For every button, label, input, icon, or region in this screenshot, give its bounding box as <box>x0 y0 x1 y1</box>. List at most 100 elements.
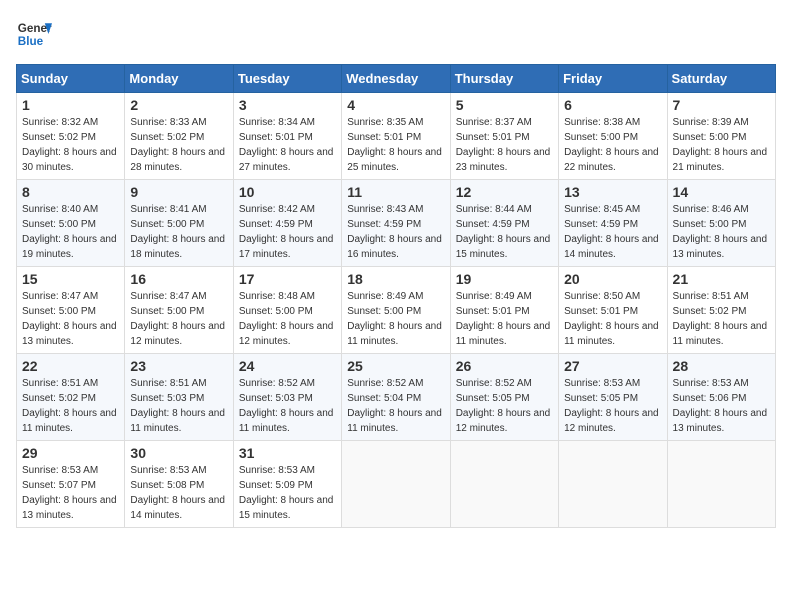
calendar-day-cell: 8 Sunrise: 8:40 AMSunset: 5:00 PMDaylight… <box>17 180 125 267</box>
day-number: 20 <box>564 271 661 287</box>
calendar-week-row: 29 Sunrise: 8:53 AMSunset: 5:07 PMDayligh… <box>17 441 776 528</box>
calendar-table: SundayMondayTuesdayWednesdayThursdayFrid… <box>16 64 776 528</box>
calendar-day-cell <box>450 441 558 528</box>
calendar-day-cell: 15 Sunrise: 8:47 AMSunset: 5:00 PMDayligh… <box>17 267 125 354</box>
day-number: 7 <box>673 97 770 113</box>
day-info: Sunrise: 8:53 AMSunset: 5:06 PMDaylight:… <box>673 376 770 436</box>
weekday-header-sunday: Sunday <box>17 65 125 93</box>
page-header: General Blue <box>16 16 776 52</box>
day-info: Sunrise: 8:39 AMSunset: 5:00 PMDaylight:… <box>673 115 770 175</box>
day-number: 13 <box>564 184 661 200</box>
calendar-week-row: 15 Sunrise: 8:47 AMSunset: 5:00 PMDayligh… <box>17 267 776 354</box>
day-number: 4 <box>347 97 444 113</box>
logo: General Blue <box>16 16 52 52</box>
calendar-week-row: 1Sunrise: 8:32 AMSunset: 5:02 PMDaylight… <box>17 93 776 180</box>
weekday-header-wednesday: Wednesday <box>342 65 450 93</box>
calendar-day-cell: 11 Sunrise: 8:43 AMSunset: 4:59 PMDayligh… <box>342 180 450 267</box>
day-number: 6 <box>564 97 661 113</box>
weekday-header-thursday: Thursday <box>450 65 558 93</box>
calendar-day-cell: 7 Sunrise: 8:39 AMSunset: 5:00 PMDaylight… <box>667 93 775 180</box>
logo-icon: General Blue <box>16 16 52 52</box>
calendar-day-cell: 19Sunrise: 8:49 AMSunset: 5:01 PMDayligh… <box>450 267 558 354</box>
day-info: Sunrise: 8:52 AMSunset: 5:03 PMDaylight:… <box>239 376 336 436</box>
day-info: Sunrise: 8:33 AMSunset: 5:02 PMDaylight:… <box>130 115 227 175</box>
day-number: 30 <box>130 445 227 461</box>
day-number: 18 <box>347 271 444 287</box>
calendar-day-cell: 6Sunrise: 8:38 AMSunset: 5:00 PMDaylight… <box>559 93 667 180</box>
day-number: 8 <box>22 184 119 200</box>
day-info: Sunrise: 8:53 AMSunset: 5:05 PMDaylight:… <box>564 376 661 436</box>
day-number: 12 <box>456 184 553 200</box>
day-number: 29 <box>22 445 119 461</box>
calendar-day-cell: 18 Sunrise: 8:49 AMSunset: 5:00 PMDayligh… <box>342 267 450 354</box>
day-info: Sunrise: 8:50 AMSunset: 5:01 PMDaylight:… <box>564 289 661 349</box>
day-number: 11 <box>347 184 444 200</box>
day-info: Sunrise: 8:44 AMSunset: 4:59 PMDaylight:… <box>456 202 553 262</box>
calendar-day-cell: 22 Sunrise: 8:51 AMSunset: 5:02 PMDayligh… <box>17 354 125 441</box>
weekday-header-saturday: Saturday <box>667 65 775 93</box>
calendar-day-cell: 26 Sunrise: 8:52 AMSunset: 5:05 PMDayligh… <box>450 354 558 441</box>
day-info: Sunrise: 8:51 AMSunset: 5:02 PMDaylight:… <box>673 289 770 349</box>
calendar-day-cell: 21Sunrise: 8:51 AMSunset: 5:02 PMDayligh… <box>667 267 775 354</box>
day-number: 27 <box>564 358 661 374</box>
calendar-day-cell: 10 Sunrise: 8:42 AMSunset: 4:59 PMDayligh… <box>233 180 341 267</box>
day-info: Sunrise: 8:46 AMSunset: 5:00 PMDaylight:… <box>673 202 770 262</box>
svg-text:Blue: Blue <box>18 35 44 48</box>
day-info: Sunrise: 8:34 AMSunset: 5:01 PMDaylight:… <box>239 115 336 175</box>
day-number: 5 <box>456 97 553 113</box>
calendar-day-cell: 3 Sunrise: 8:34 AMSunset: 5:01 PMDaylight… <box>233 93 341 180</box>
day-number: 17 <box>239 271 336 287</box>
day-info: Sunrise: 8:51 AMSunset: 5:02 PMDaylight:… <box>22 376 119 436</box>
day-info: Sunrise: 8:53 AMSunset: 5:07 PMDaylight:… <box>22 463 119 523</box>
day-number: 10 <box>239 184 336 200</box>
calendar-day-cell: 9Sunrise: 8:41 AMSunset: 5:00 PMDaylight… <box>125 180 233 267</box>
calendar-day-cell: 4 Sunrise: 8:35 AMSunset: 5:01 PMDaylight… <box>342 93 450 180</box>
day-info: Sunrise: 8:52 AMSunset: 5:05 PMDaylight:… <box>456 376 553 436</box>
calendar-day-cell: 29 Sunrise: 8:53 AMSunset: 5:07 PMDayligh… <box>17 441 125 528</box>
day-info: Sunrise: 8:52 AMSunset: 5:04 PMDaylight:… <box>347 376 444 436</box>
day-info: Sunrise: 8:42 AMSunset: 4:59 PMDaylight:… <box>239 202 336 262</box>
calendar-day-cell <box>559 441 667 528</box>
day-number: 1 <box>22 97 119 113</box>
calendar-day-cell: 31Sunrise: 8:53 AMSunset: 5:09 PMDayligh… <box>233 441 341 528</box>
weekday-header-monday: Monday <box>125 65 233 93</box>
day-number: 16 <box>130 271 227 287</box>
day-info: Sunrise: 8:53 AMSunset: 5:08 PMDaylight:… <box>130 463 227 523</box>
calendar-day-cell <box>667 441 775 528</box>
day-number: 14 <box>673 184 770 200</box>
calendar-day-cell: 16 Sunrise: 8:47 AMSunset: 5:00 PMDayligh… <box>125 267 233 354</box>
day-number: 19 <box>456 271 553 287</box>
calendar-day-cell: 25 Sunrise: 8:52 AMSunset: 5:04 PMDayligh… <box>342 354 450 441</box>
day-number: 26 <box>456 358 553 374</box>
day-info: Sunrise: 8:47 AMSunset: 5:00 PMDaylight:… <box>130 289 227 349</box>
day-number: 31 <box>239 445 336 461</box>
calendar-day-cell: 1Sunrise: 8:32 AMSunset: 5:02 PMDaylight… <box>17 93 125 180</box>
day-number: 28 <box>673 358 770 374</box>
day-number: 25 <box>347 358 444 374</box>
day-info: Sunrise: 8:43 AMSunset: 4:59 PMDaylight:… <box>347 202 444 262</box>
calendar-day-cell: 20 Sunrise: 8:50 AMSunset: 5:01 PMDayligh… <box>559 267 667 354</box>
day-number: 2 <box>130 97 227 113</box>
weekday-header-tuesday: Tuesday <box>233 65 341 93</box>
calendar-day-cell: 13Sunrise: 8:45 AMSunset: 4:59 PMDayligh… <box>559 180 667 267</box>
calendar-day-cell: 14 Sunrise: 8:46 AMSunset: 5:00 PMDayligh… <box>667 180 775 267</box>
day-info: Sunrise: 8:47 AMSunset: 5:00 PMDaylight:… <box>22 289 119 349</box>
calendar-day-cell: 12 Sunrise: 8:44 AMSunset: 4:59 PMDayligh… <box>450 180 558 267</box>
day-number: 3 <box>239 97 336 113</box>
calendar-day-cell: 2 Sunrise: 8:33 AMSunset: 5:02 PMDaylight… <box>125 93 233 180</box>
day-number: 15 <box>22 271 119 287</box>
day-number: 22 <box>22 358 119 374</box>
day-number: 23 <box>130 358 227 374</box>
day-info: Sunrise: 8:51 AMSunset: 5:03 PMDaylight:… <box>130 376 227 436</box>
day-info: Sunrise: 8:49 AMSunset: 5:00 PMDaylight:… <box>347 289 444 349</box>
calendar-day-cell: 24Sunrise: 8:52 AMSunset: 5:03 PMDayligh… <box>233 354 341 441</box>
day-info: Sunrise: 8:40 AMSunset: 5:00 PMDaylight:… <box>22 202 119 262</box>
weekday-header-row: SundayMondayTuesdayWednesdayThursdayFrid… <box>17 65 776 93</box>
calendar-day-cell <box>342 441 450 528</box>
calendar-day-cell: 30 Sunrise: 8:53 AMSunset: 5:08 PMDayligh… <box>125 441 233 528</box>
calendar-day-cell: 5Sunrise: 8:37 AMSunset: 5:01 PMDaylight… <box>450 93 558 180</box>
day-info: Sunrise: 8:41 AMSunset: 5:00 PMDaylight:… <box>130 202 227 262</box>
day-info: Sunrise: 8:35 AMSunset: 5:01 PMDaylight:… <box>347 115 444 175</box>
calendar-week-row: 8 Sunrise: 8:40 AMSunset: 5:00 PMDaylight… <box>17 180 776 267</box>
calendar-day-cell: 23 Sunrise: 8:51 AMSunset: 5:03 PMDayligh… <box>125 354 233 441</box>
